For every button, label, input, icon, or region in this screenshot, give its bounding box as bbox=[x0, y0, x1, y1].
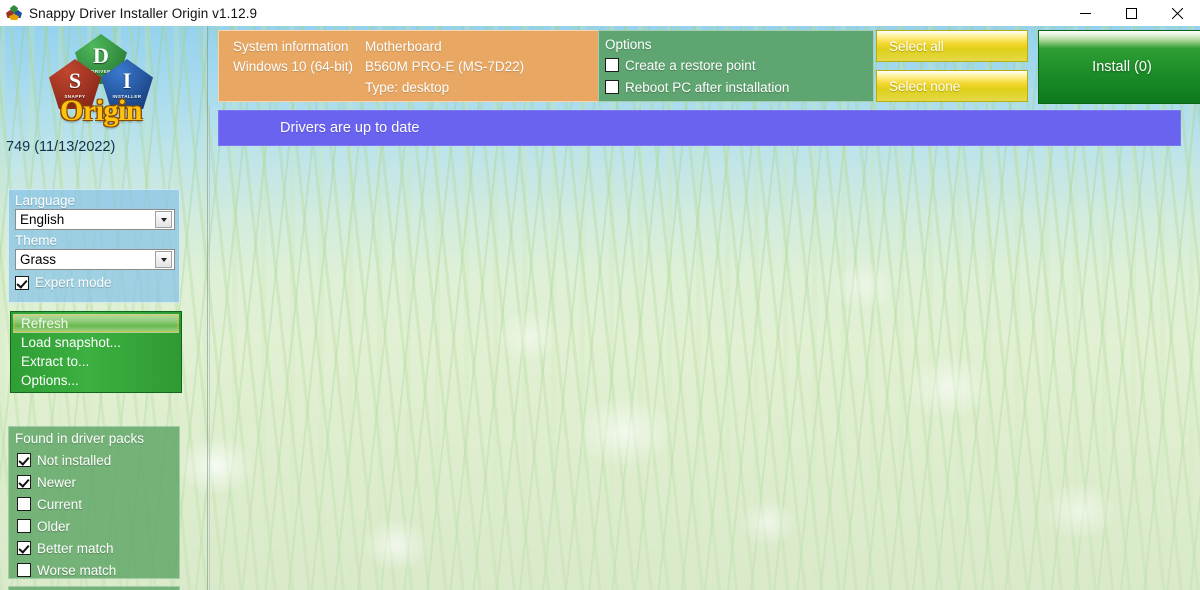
logo-letter-i: I bbox=[122, 67, 132, 93]
filter-row-better-match[interactable]: Better match bbox=[9, 537, 179, 559]
filter-checkbox-not-installed[interactable] bbox=[17, 453, 31, 467]
motherboard-heading: Motherboard bbox=[365, 39, 442, 54]
filter-label-worse-match: Worse match bbox=[37, 562, 117, 578]
reboot-checkbox[interactable] bbox=[605, 80, 619, 94]
filter-label-not-installed: Not installed bbox=[37, 452, 112, 468]
filter-checkbox-worse-match[interactable] bbox=[17, 563, 31, 577]
theme-dropdown-button[interactable] bbox=[155, 251, 172, 268]
command-menu: Refresh Load snapshot... Extract to... O… bbox=[10, 311, 182, 393]
window-title: Snappy Driver Installer Origin v1.12.9 bbox=[29, 5, 258, 21]
option-row-restore-point[interactable]: Create a restore point bbox=[605, 54, 873, 76]
minimize-icon bbox=[1079, 12, 1091, 14]
found-in-driver-packs-panel: Found in driver packs Not installed Newe… bbox=[8, 426, 180, 579]
absent-in-driver-packs-panel: Absent in driver packs bbox=[8, 586, 180, 590]
selection-buttons: Select all Select none bbox=[876, 30, 1028, 104]
expert-mode-checkbox[interactable] bbox=[15, 275, 29, 290]
system-information-panel: System information Windows 10 (64-bit) M… bbox=[218, 30, 603, 102]
menu-item-options[interactable]: Options... bbox=[11, 371, 181, 390]
language-select[interactable]: English bbox=[15, 209, 175, 230]
menu-item-load-snapshot[interactable]: Load snapshot... bbox=[11, 333, 181, 352]
options-heading: Options bbox=[605, 37, 652, 52]
filter-checkbox-newer[interactable] bbox=[17, 475, 31, 489]
logo-letter-d: D bbox=[93, 42, 109, 68]
window-controls bbox=[1062, 0, 1200, 26]
filter-row-older[interactable]: Older bbox=[9, 515, 179, 537]
option-row-reboot[interactable]: Reboot PC after installation bbox=[605, 76, 873, 98]
filter-checkbox-better-match[interactable] bbox=[17, 541, 31, 555]
filter-label-current: Current bbox=[37, 496, 83, 512]
language-label: Language bbox=[15, 193, 76, 208]
logo-letter-s: S bbox=[68, 67, 82, 93]
filter-checkbox-current[interactable] bbox=[17, 497, 31, 511]
filter-label-older: Older bbox=[37, 518, 71, 534]
close-button[interactable] bbox=[1154, 0, 1200, 26]
select-none-button[interactable]: Select none bbox=[876, 70, 1028, 102]
application-window: Snappy Driver Installer Origin v1.12.9 D… bbox=[0, 0, 1200, 590]
close-icon bbox=[1171, 7, 1183, 19]
status-message: Drivers are up to date bbox=[280, 120, 420, 136]
install-button[interactable]: Install (0) bbox=[1038, 30, 1200, 104]
expert-mode-row[interactable]: Expert mode bbox=[15, 275, 179, 290]
language-dropdown-button[interactable] bbox=[155, 211, 172, 228]
filter-label-newer: Newer bbox=[37, 474, 77, 490]
reboot-label: Reboot PC after installation bbox=[625, 79, 790, 95]
filter-row-newer[interactable]: Newer bbox=[9, 471, 179, 493]
language-value: English bbox=[20, 212, 65, 227]
motherboard-model: B560M PRO-E (MS-7D22) bbox=[365, 59, 525, 74]
motherboard-column: Motherboard B560M PRO-E (MS-7D22) Type: … bbox=[353, 31, 524, 101]
menu-item-extract-to[interactable]: Extract to... bbox=[11, 352, 181, 371]
filter-row-not-installed[interactable]: Not installed bbox=[9, 449, 179, 471]
maximize-icon bbox=[1125, 7, 1137, 19]
sdi-origin-logo: D DRIVER S SNAPPY I INSTALLER Origin bbox=[46, 34, 156, 134]
chevron-down-icon bbox=[160, 257, 167, 262]
restore-point-label: Create a restore point bbox=[625, 57, 756, 73]
maximize-button[interactable] bbox=[1108, 0, 1154, 26]
system-information-column: System information Windows 10 (64-bit) bbox=[219, 31, 353, 101]
system-information-os: Windows 10 (64-bit) bbox=[233, 59, 354, 74]
top-toolbar: System information Windows 10 (64-bit) M… bbox=[208, 26, 1200, 106]
filter-checkbox-older[interactable] bbox=[17, 519, 31, 533]
filter-row-worse-match[interactable]: Worse match bbox=[9, 559, 179, 581]
select-all-button[interactable]: Select all bbox=[876, 30, 1028, 62]
expert-mode-label: Expert mode bbox=[35, 275, 112, 290]
settings-panel: Language English Theme Grass Expert mode bbox=[8, 189, 180, 303]
sdi-logo-icon bbox=[6, 5, 22, 21]
sidebar-divider bbox=[207, 26, 208, 590]
theme-select[interactable]: Grass bbox=[15, 249, 175, 270]
logo-area: D DRIVER S SNAPPY I INSTALLER Origin bbox=[0, 26, 208, 136]
menu-item-refresh[interactable]: Refresh bbox=[13, 314, 179, 333]
restore-point-checkbox[interactable] bbox=[605, 58, 619, 72]
theme-value: Grass bbox=[20, 252, 57, 267]
minimize-button[interactable] bbox=[1062, 0, 1108, 26]
logo-wordmark: Origin bbox=[59, 94, 143, 127]
found-in-driver-packs-title: Found in driver packs bbox=[15, 431, 145, 446]
filter-label-better-match: Better match bbox=[37, 540, 114, 556]
theme-label: Theme bbox=[15, 233, 58, 248]
options-panel: Options Create a restore point Reboot PC… bbox=[598, 30, 874, 102]
motherboard-type: Type: desktop bbox=[365, 80, 450, 95]
chevron-down-icon bbox=[160, 217, 167, 222]
sidebar: D DRIVER S SNAPPY I INSTALLER Origin 749… bbox=[0, 26, 208, 590]
status-bar: Drivers are up to date bbox=[218, 110, 1181, 146]
version-label: 749 (11/13/2022) bbox=[6, 139, 116, 155]
title-bar: Snappy Driver Installer Origin v1.12.9 bbox=[0, 0, 1200, 26]
filter-row-current[interactable]: Current bbox=[9, 493, 179, 515]
system-information-heading: System information bbox=[233, 39, 349, 54]
